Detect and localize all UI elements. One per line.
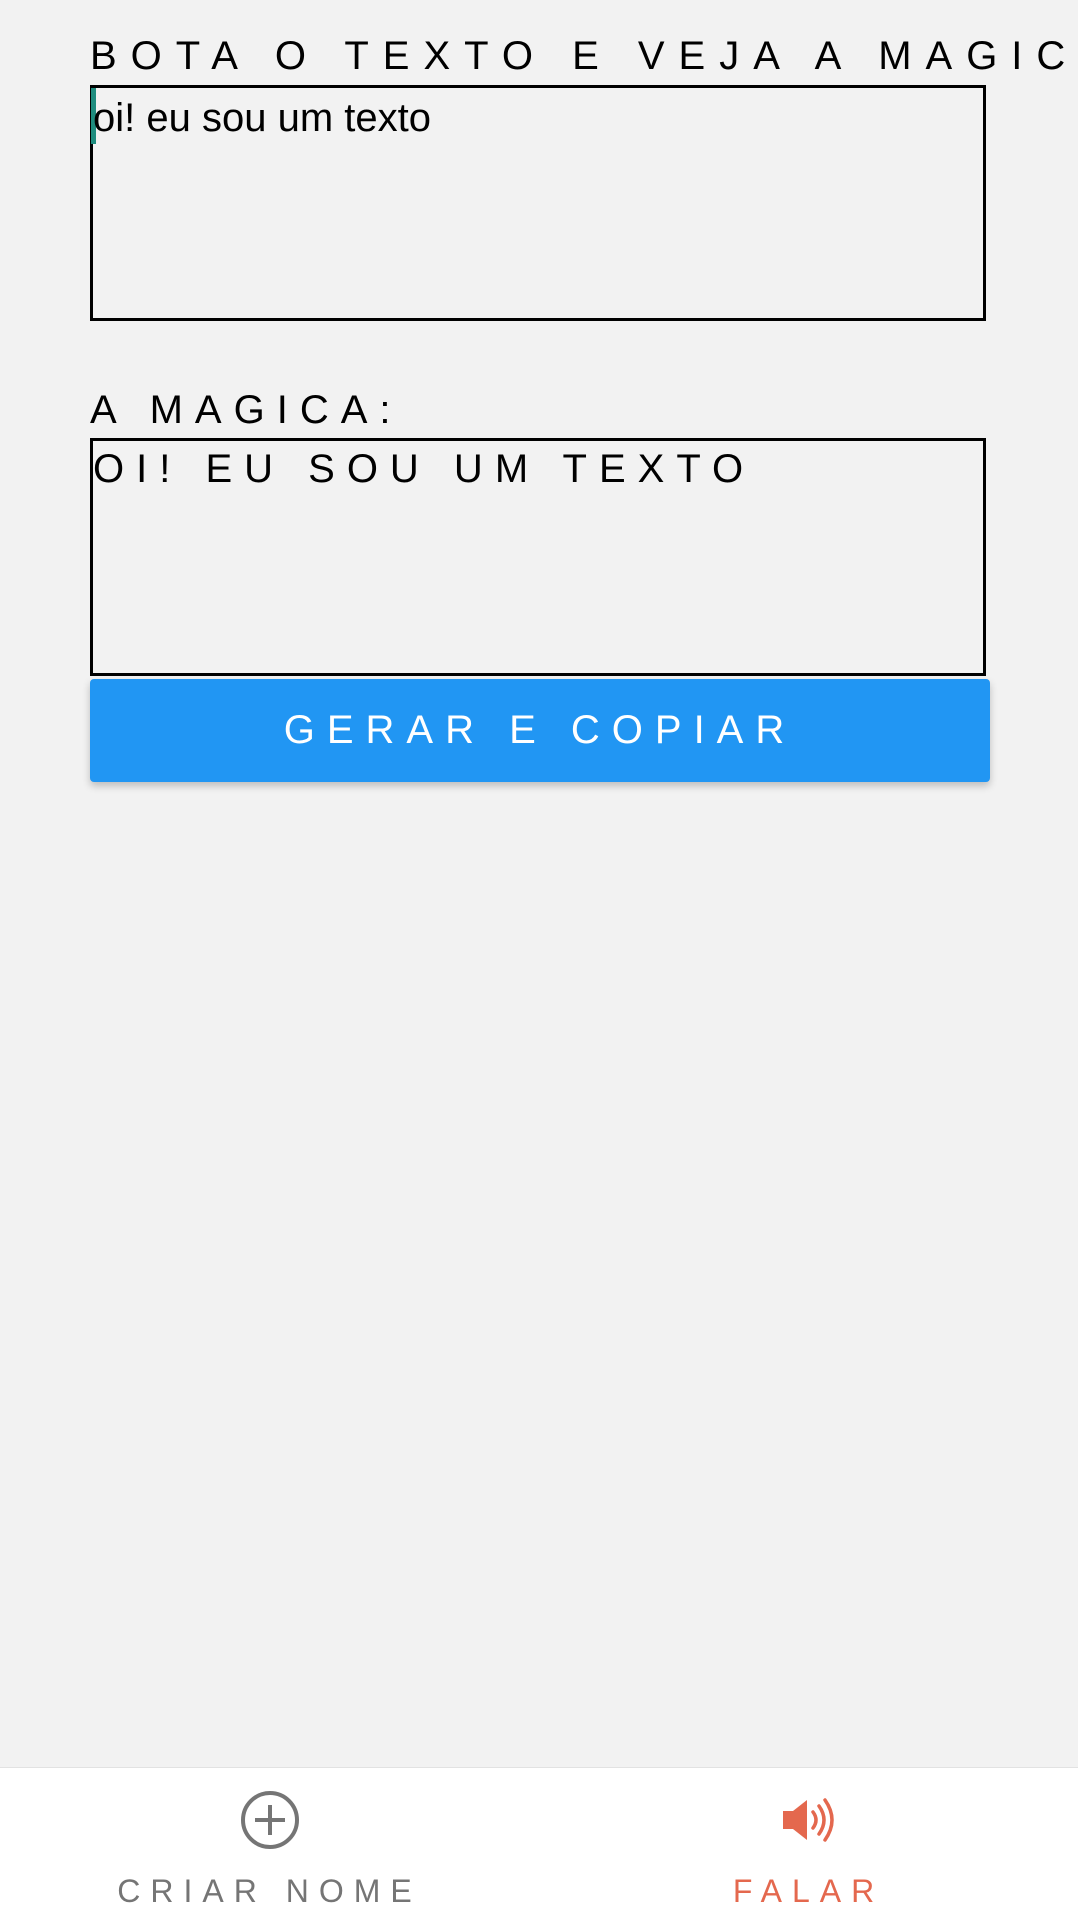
output-value: OI! EU SOU UM TEXTO [93,447,756,491]
text-input[interactable]: oi! eu sou um texto [90,85,986,321]
tab-criar-nome[interactable]: CRIAR NOME [0,1768,539,1918]
plus-circle-icon [240,1791,299,1849]
bottom-navigation: CRIAR NOME FALAR [0,1767,1078,1918]
speaker-icon [782,1798,834,1842]
output-field[interactable]: OI! EU SOU UM TEXTO [90,438,986,676]
tab-falar[interactable]: FALAR [539,1768,1078,1918]
tab-criar-nome-label: CRIAR NOME [117,1873,422,1909]
generate-copy-button[interactable]: GERAR E COPIAR [90,679,990,782]
tab-falar-label: FALAR [732,1873,885,1909]
text-input-value: oi! eu sou um texto [93,96,431,140]
output-label: A MAGICA: [90,388,403,432]
input-label: BOTA O TEXTO E VEJA A MAGICA [90,34,1078,78]
